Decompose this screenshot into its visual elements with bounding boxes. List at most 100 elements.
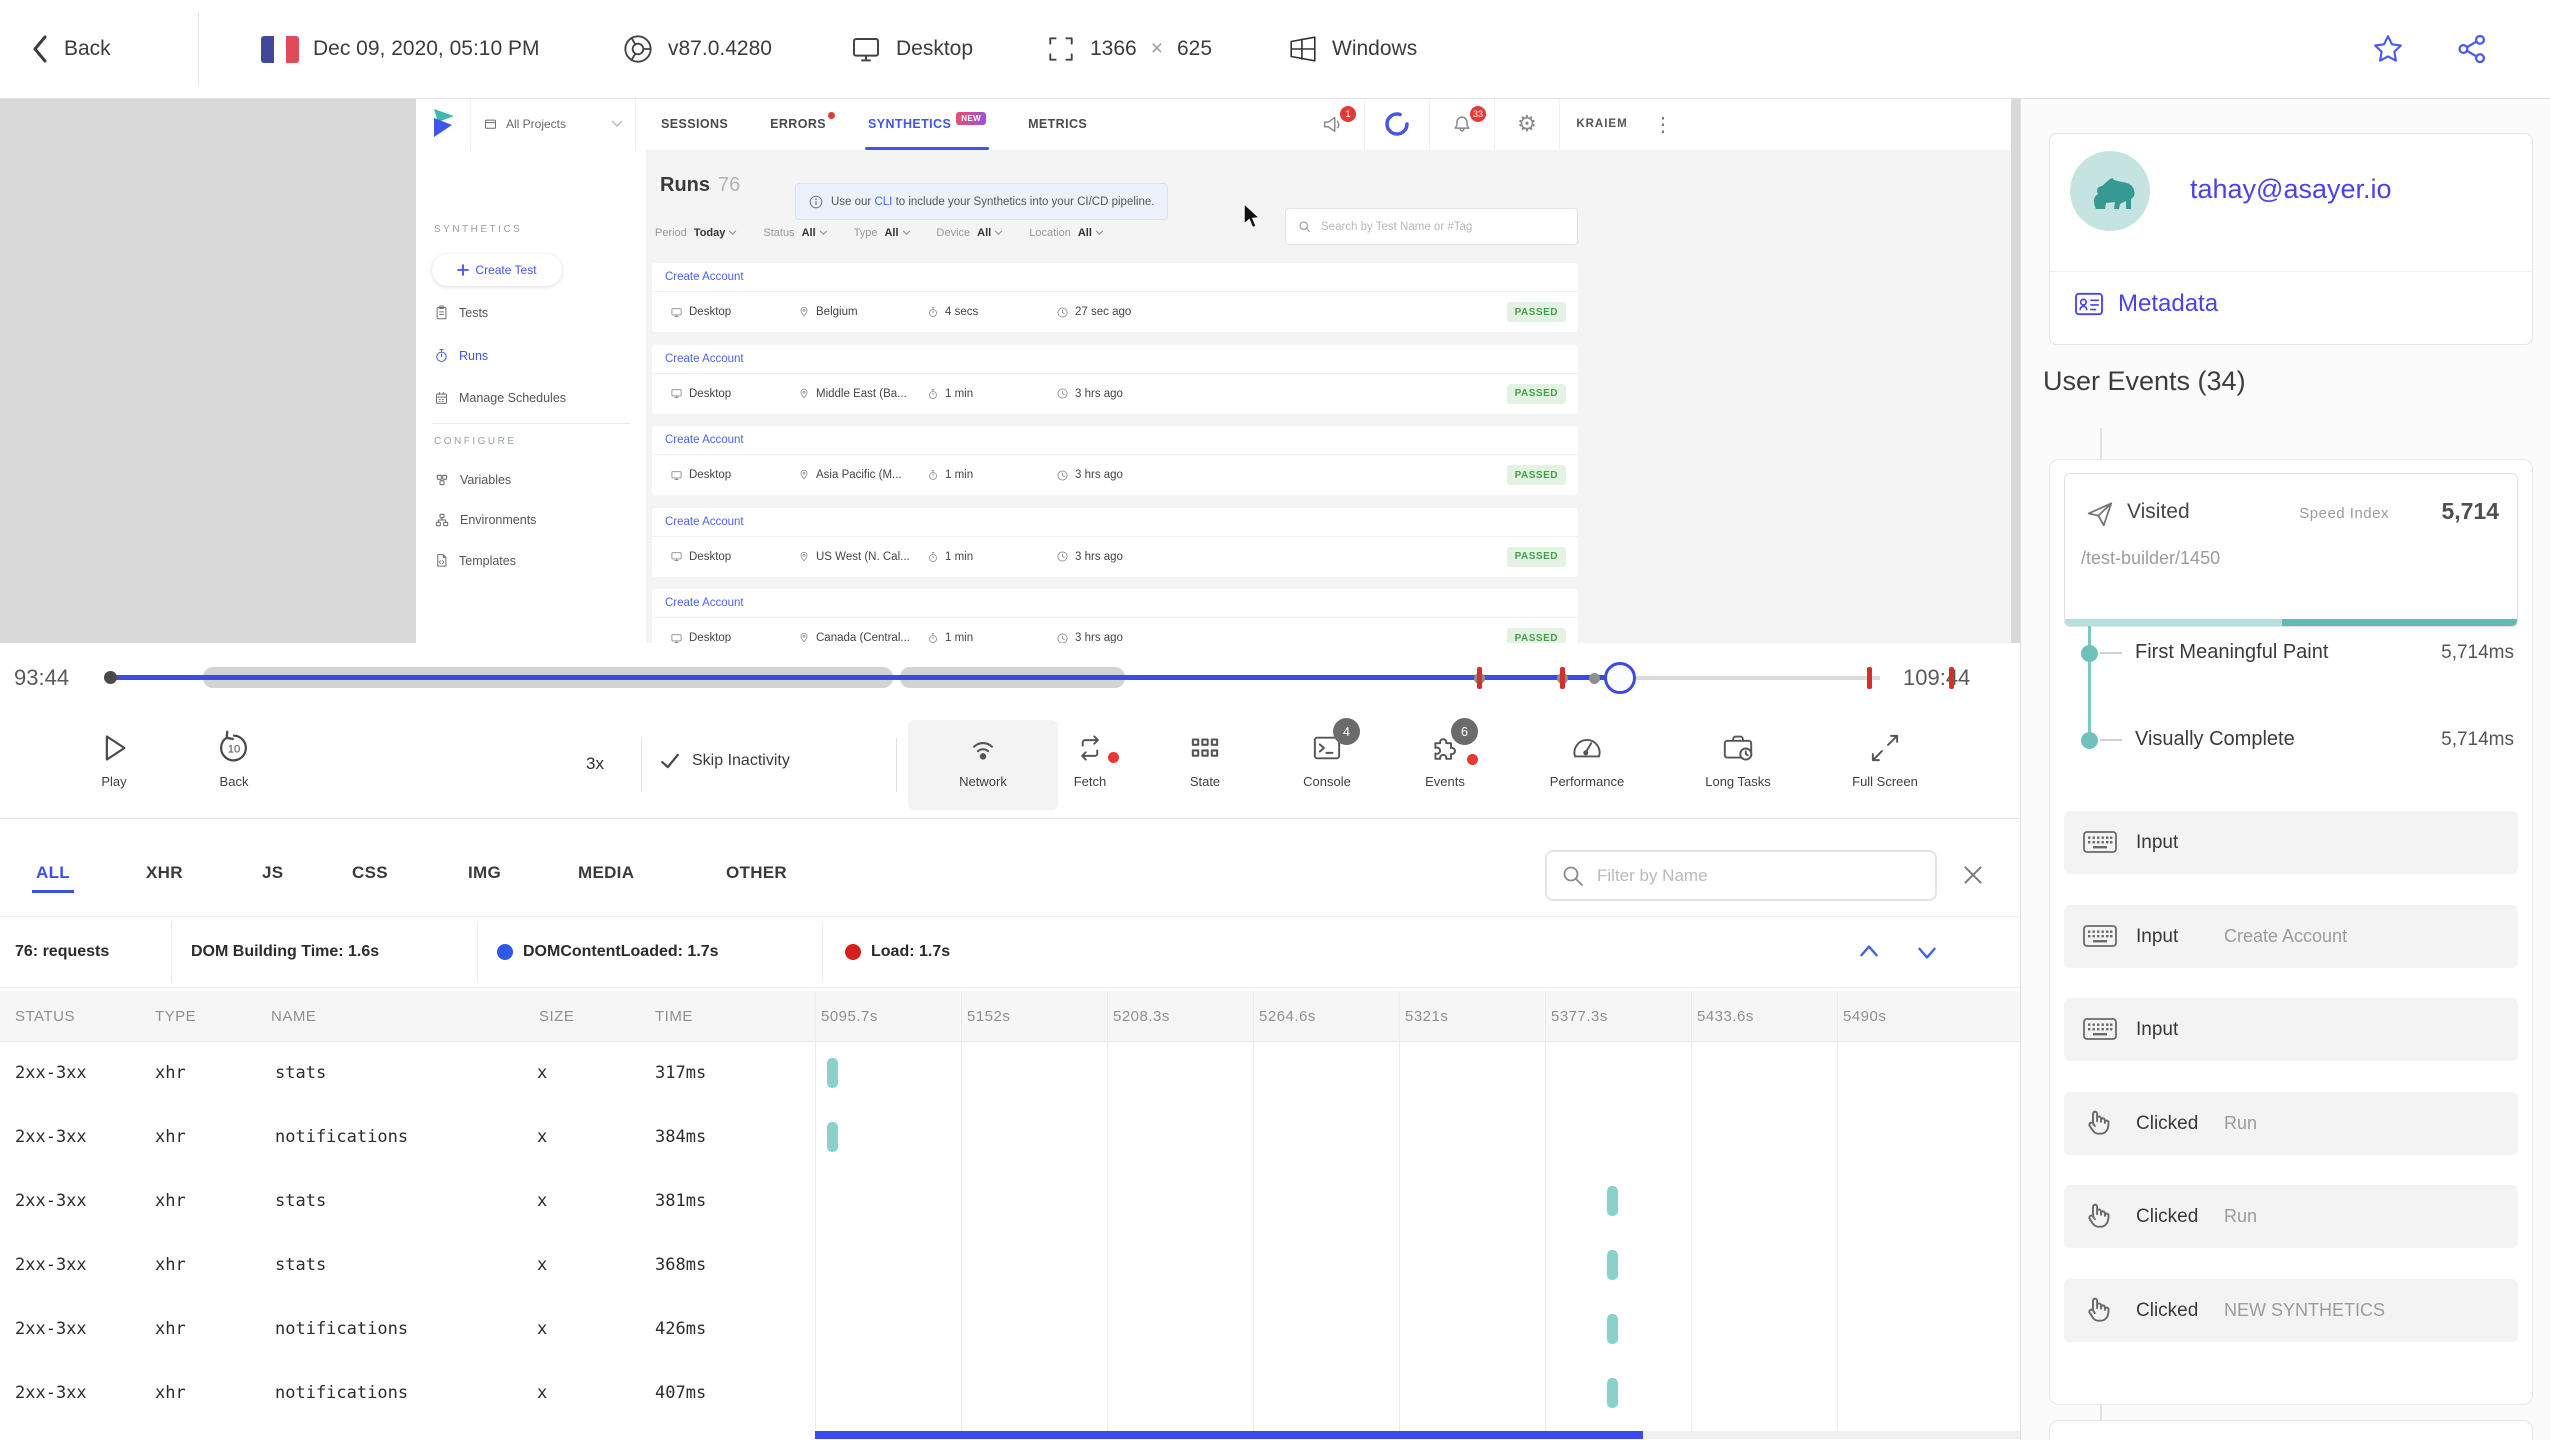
replayed-app-nav-icons: 1 33 ⚙ KRAIEM ⋮ [1300,98,1682,150]
top-bar: Back Dec 09, 2020, 05:10 PM v87.0.4280 D… [0,0,2550,99]
keyboard-icon [2083,1018,2117,1040]
playback-timeline[interactable]: 93:44 109:44 [0,643,2020,712]
sidebar-item-manage-schedules: Manage Schedules [434,390,566,406]
run-filter: Type All [854,227,911,239]
user-event-item[interactable]: Input [2064,998,2518,1061]
sidebar-section-configure: CONFIGURE [434,436,517,447]
network-request-row[interactable]: 2xx-3xx xhr stats x 381ms [0,1169,2020,1233]
dom-building-time: DOM Building Time: 1.6s [191,943,380,960]
browser-group: v87.0.4280 [622,0,772,98]
window-icon [485,119,496,129]
share-button[interactable] [2456,0,2488,98]
clock-icon [1057,469,1068,481]
search-icon [1299,221,1310,232]
timeline-seek-handle[interactable] [1604,662,1636,694]
run-duration: 1 min [927,537,973,577]
load-progress-bar [2065,619,2517,626]
panel-console-button[interactable]: 4 Console [1267,718,1387,789]
panel-network-button[interactable]: Network [923,726,1043,789]
run-filter: Location All [1029,227,1104,239]
file-icon [437,554,447,567]
click-hand-icon [2088,1203,2110,1228]
resolution-separator: × [1150,37,1163,60]
waterfall-scrollbar-thumb[interactable] [815,1431,1643,1439]
panel-long-tasks-button[interactable]: Long Tasks [1668,726,1808,789]
calendar-icon [436,391,447,404]
jump-next-button[interactable] [1914,917,1940,987]
network-request-row[interactable]: 2xx-3xx xhr stats x 317ms [0,1041,2020,1105]
metadata-button[interactable]: Metadata [2074,290,2218,318]
status-badge: PASSED [1506,383,1566,404]
star-icon [2374,35,2402,62]
timeline-start-dot [104,671,117,684]
jump-previous-button[interactable] [1856,917,1882,987]
fullscreen-button[interactable]: Full Screen [1815,726,1955,789]
requests-count: 76: requests [15,943,110,960]
user-events-heading: User Events (34) [2043,366,2246,396]
waterfall-bar [1606,1314,1618,1344]
metric-dot [2081,645,2098,662]
location-pin-icon [800,551,808,561]
run-card: Create Account Desktop US West (N. Cal..… [652,507,1578,577]
panel-state-button[interactable]: State [1145,726,1265,789]
network-request-row[interactable]: 2xx-3xx xhr notifications x 426ms [0,1297,2020,1361]
user-email: tahay@asayer.io [2190,174,2392,204]
network-request-row[interactable]: 2xx-3xx xhr stats x 368ms [0,1233,2020,1297]
back-10-button[interactable]: 10 Back [174,726,294,789]
network-request-row[interactable]: 2xx-3xx xhr notifications x 407ms [0,1361,2020,1425]
user-event-item[interactable]: Clicked NEW SYNTHETICS [2064,1279,2518,1342]
panel-fetch-button[interactable]: Fetch [1030,726,1150,789]
column-size: SIZE [539,1007,575,1025]
network-tab[interactable]: MEDIA [578,863,634,883]
column-time-5490s: 5490s [1843,1007,1887,1025]
column-time-5095.7s: 5095.7s [821,1007,878,1025]
timeline-track-remaining [1620,676,1880,680]
project-selector: All Projects [470,98,636,150]
monitor-icon [671,633,682,643]
run-location: Canada (Central... [798,618,910,643]
project-selector-label: All Projects [506,117,567,131]
visited-event-card[interactable]: Visited Speed Index 5,714 /test-builder/… [2064,473,2518,627]
divider [641,738,642,792]
network-tab[interactable]: JS [262,863,283,883]
favorite-button[interactable] [2372,0,2404,98]
network-tab[interactable]: OTHER [726,863,787,883]
panel-events-button[interactable]: 6 Events [1385,718,1505,789]
stopwatch-icon [436,349,447,362]
network-tab[interactable]: CSS [352,863,388,883]
stopwatch-icon [929,633,937,643]
network-request-row[interactable]: 2xx-3xx xhr notifications x 384ms [0,1105,2020,1169]
user-event-item[interactable]: Clicked Run [2064,1092,2518,1155]
run-filter: Period Today [655,227,737,239]
network-stats-row: 76: requests DOM Building Time: 1.6s DOM… [0,916,2020,988]
visually-complete-label: Visually Complete [2135,728,2295,750]
avatar [2070,151,2150,231]
sidebar-item-environments: Environments [434,512,536,528]
skip-inactivity-toggle[interactable]: Skip Inactivity [660,752,790,770]
keyboard-icon [2083,925,2117,947]
next-event-card-partial [2049,1420,2533,1440]
panel-performance-button[interactable]: Performance [1517,726,1657,789]
monitor-icon [671,307,682,317]
chevron-down-icon [994,230,1003,236]
speed-toggle[interactable]: 3x [560,754,630,774]
play-button[interactable]: Play [54,726,174,789]
network-tab[interactable]: ALL [32,863,74,893]
network-tab[interactable]: XHR [146,863,183,883]
back-button[interactable]: Back [30,0,111,98]
close-panel-button[interactable] [1960,862,1986,888]
user-event-item[interactable]: Input Create Account [2064,905,2518,968]
monitor-icon [671,552,682,561]
network-tab[interactable]: IMG [468,863,501,883]
network-filter-input[interactable] [1595,864,1921,887]
sidebar-item-variables: Variables [434,472,511,488]
user-event-item[interactable]: Clicked Run [2064,1185,2518,1248]
cubes-icon [436,474,448,486]
create-test-button: Create Test [432,254,562,286]
sidebar-section-synthetics: SYNTHETICS [434,224,523,235]
sidebar-item-tests: Tests [434,304,488,321]
sidebar-item-templates: Templates [434,552,516,569]
network-filter-box [1545,850,1937,901]
notifications-badge: 33 [1469,106,1486,122]
user-event-item[interactable]: Input [2064,811,2518,874]
